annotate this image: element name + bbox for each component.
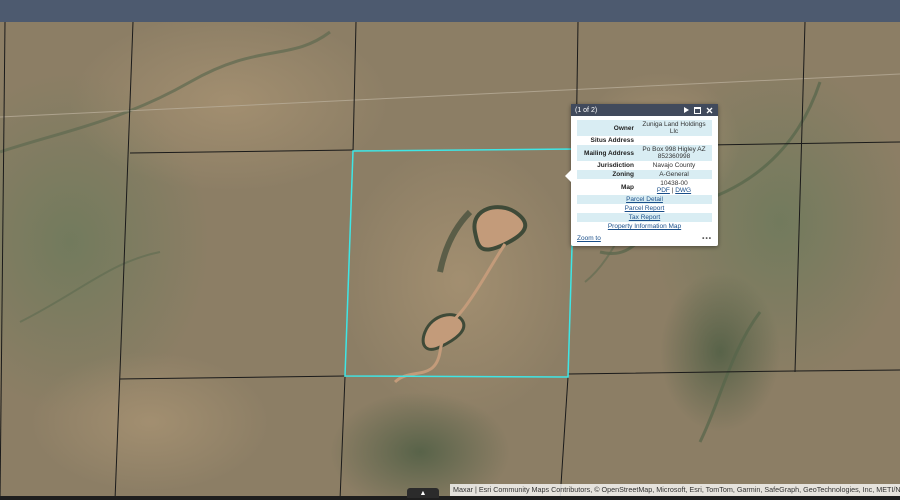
bottom-strip (0, 496, 900, 500)
property-information-map-link[interactable]: Property Information Map (608, 223, 681, 230)
field-value: Po Box 998 Higley AZ 852360998 (636, 145, 712, 161)
parcel-report-link[interactable]: Parcel Report (625, 205, 665, 212)
tax-report-link[interactable]: Tax Report (629, 214, 660, 221)
field-value (636, 136, 712, 145)
map-links: PDF | DWG (638, 187, 710, 194)
field-value-map: 10438-00 PDF | DWG (636, 179, 712, 195)
satellite-imagery (0, 22, 900, 500)
attribute-row-map: Map 10438-00 PDF | DWG (577, 179, 712, 195)
next-feature-button[interactable] (681, 106, 690, 115)
field-label: Jurisdiction (597, 162, 634, 169)
map-number: 10438-00 (660, 180, 688, 187)
pdf-link[interactable]: PDF (657, 187, 670, 194)
link-separator: | (671, 187, 674, 194)
maximize-icon (694, 106, 701, 114)
field-label: Zoning (577, 170, 636, 179)
link-row: Parcel Report (577, 204, 712, 213)
field-value: A-General (636, 170, 712, 179)
popup-count: (1 of 2) (575, 106, 598, 114)
popup-body: Owner Zuniga Land Holdings Llc Situs Add… (571, 116, 718, 231)
play-right-icon (683, 107, 689, 113)
dwg-link[interactable]: DWG (675, 187, 691, 194)
parcel-detail-link[interactable]: Parcel Detail (626, 196, 663, 203)
field-value: Zuniga Land Holdings Llc (636, 120, 712, 136)
popup-pointer (565, 170, 571, 182)
attribute-row-zoning: Zoning A-General (577, 170, 712, 179)
field-value: Navajo County (652, 162, 696, 169)
link-row: Property Information Map (577, 222, 712, 231)
close-icon (706, 107, 713, 113)
close-button[interactable] (705, 106, 714, 115)
field-label: Map (621, 183, 634, 191)
attribute-row-owner: Owner Zuniga Land Holdings Llc (577, 120, 712, 136)
zoom-to-link[interactable]: Zoom to (577, 235, 702, 242)
popup-header: (1 of 2) (571, 104, 718, 116)
link-row: Parcel Detail (577, 195, 712, 204)
attribute-row-situs: Situs Address (577, 136, 712, 145)
attribute-row-jurisdiction: Jurisdiction Navajo County (577, 161, 712, 170)
popup-footer: Zoom to ••• (577, 234, 712, 243)
field-label: Owner (577, 120, 636, 136)
parcel-popup: (1 of 2) Owner Zuniga Land Holdings Llc … (565, 104, 718, 246)
more-options-button[interactable]: ••• (702, 235, 712, 242)
link-row: Tax Report (577, 213, 712, 222)
satellite-map[interactable] (0, 22, 900, 500)
expand-panel-button[interactable]: ▲ (407, 488, 439, 498)
field-label: Situs Address (590, 137, 634, 144)
top-app-bar (0, 0, 900, 22)
map-attribution: Maxar | Esri Community Maps Contributors… (450, 484, 900, 496)
maximize-button[interactable] (693, 106, 702, 115)
attribute-table: Owner Zuniga Land Holdings Llc Situs Add… (577, 120, 712, 231)
field-label: Mailing Address (577, 145, 636, 161)
attribute-row-mailing: Mailing Address Po Box 998 Higley AZ 852… (577, 145, 712, 161)
